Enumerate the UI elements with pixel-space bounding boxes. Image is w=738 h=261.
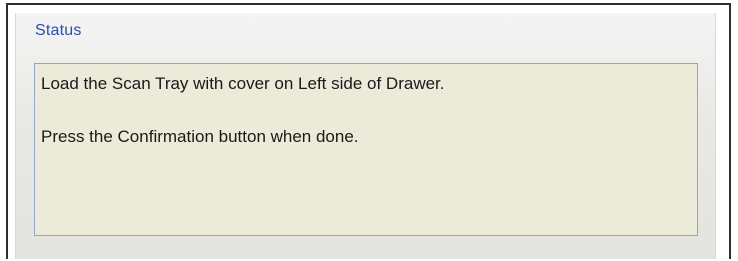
status-message-line: Load the Scan Tray with cover on Left si…	[41, 74, 445, 93]
status-message-box: Load the Scan Tray with cover on Left si…	[34, 63, 698, 236]
status-panel-title: Status	[35, 22, 82, 39]
status-panel: Status Load the Scan Tray with cover on …	[15, 13, 716, 259]
status-message-line: Press the Confirmation button when done.	[41, 127, 359, 146]
